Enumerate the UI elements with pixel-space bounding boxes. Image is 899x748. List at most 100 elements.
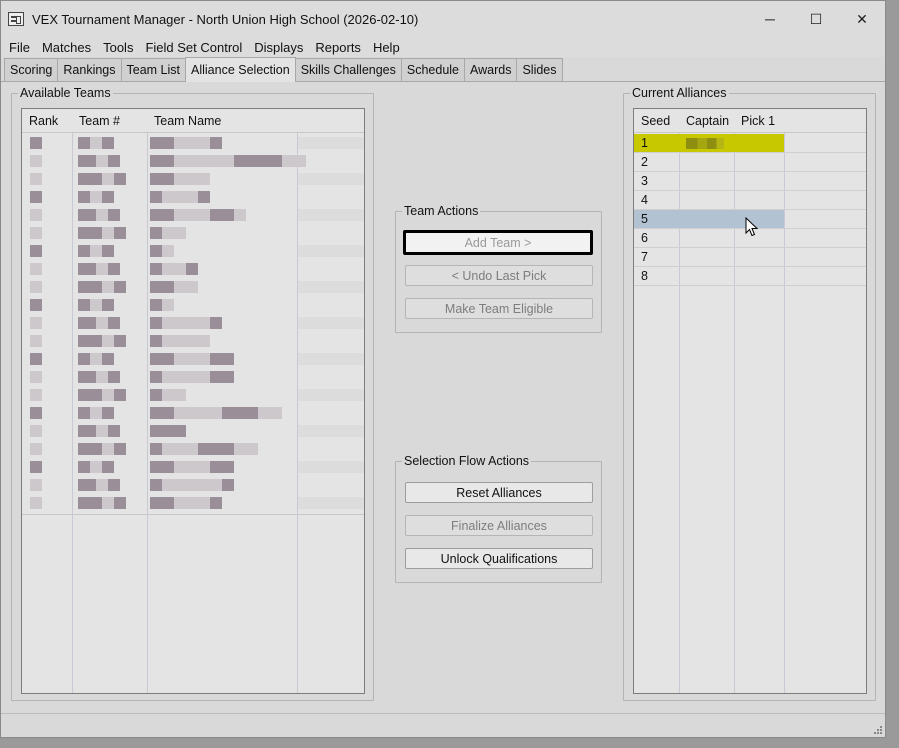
team-actions-title: Team Actions xyxy=(402,204,481,218)
alliance-row[interactable]: 7 xyxy=(634,248,866,267)
tab-slides[interactable]: Slides xyxy=(516,58,563,81)
tab-rankings[interactable]: Rankings xyxy=(57,58,122,81)
app-window: VEX Tournament Manager - North Union Hig… xyxy=(0,0,886,738)
obscured-team-number xyxy=(78,155,120,167)
undo-last-pick-button[interactable]: < Undo Last Pick xyxy=(405,265,593,286)
team-row[interactable] xyxy=(22,134,364,152)
team-row[interactable] xyxy=(22,314,364,332)
obscured-team-number xyxy=(78,137,114,149)
reset-alliances-button[interactable]: Reset Alliances xyxy=(405,482,593,503)
maximize-button[interactable]: ☐ xyxy=(793,1,839,37)
obscured-team-number xyxy=(78,335,126,347)
obscured-team-number xyxy=(78,263,120,275)
team-row[interactable] xyxy=(22,260,364,278)
close-button[interactable]: ✕ xyxy=(839,1,885,37)
obscured-team-number xyxy=(78,281,126,293)
obscured-team-name xyxy=(150,479,234,491)
team-row[interactable] xyxy=(22,332,364,350)
tab-skills-challenges[interactable]: Skills Challenges xyxy=(294,58,402,81)
current-alliances-title: Current Alliances xyxy=(630,86,729,100)
team-row[interactable] xyxy=(22,494,364,512)
obscured-team-number xyxy=(78,407,114,419)
seed-cell: 1 xyxy=(641,136,648,150)
menu-matches[interactable]: Matches xyxy=(36,40,97,55)
team-row[interactable] xyxy=(22,476,364,494)
obscured-extra-cell xyxy=(298,497,364,509)
obscured-team-name xyxy=(150,227,186,239)
rows-end-divider xyxy=(22,514,364,515)
obscured-team-name xyxy=(150,443,258,455)
team-row[interactable] xyxy=(22,224,364,242)
team-row[interactable] xyxy=(22,170,364,188)
team-row[interactable] xyxy=(22,368,364,386)
team-row[interactable] xyxy=(22,404,364,422)
obscured-rank-value xyxy=(30,317,42,329)
team-row[interactable] xyxy=(22,440,364,458)
alliance-row[interactable]: 4 xyxy=(634,191,866,210)
available-teams-grid[interactable]: Rank Team # Team Name xyxy=(21,108,365,694)
obscured-rank-value xyxy=(30,173,42,185)
window-controls: ─ ☐ ✕ xyxy=(747,1,885,37)
tab-team-list[interactable]: Team List xyxy=(120,58,187,81)
title-bar[interactable]: VEX Tournament Manager - North Union Hig… xyxy=(1,1,885,37)
obscured-team-name xyxy=(150,137,222,149)
menu-reports[interactable]: Reports xyxy=(309,40,367,55)
finalize-alliances-button[interactable]: Finalize Alliances xyxy=(405,515,593,536)
obscured-team-name xyxy=(150,425,186,437)
team-row[interactable] xyxy=(22,296,364,314)
tab-awards[interactable]: Awards xyxy=(464,58,518,81)
obscured-rank-value xyxy=(30,155,42,167)
menu-field-set-control[interactable]: Field Set Control xyxy=(139,40,248,55)
app-logo-icon xyxy=(8,12,24,26)
selection-flow-title: Selection Flow Actions xyxy=(402,454,532,468)
team-row[interactable] xyxy=(22,188,364,206)
tab-alliance-selection[interactable]: Alliance Selection xyxy=(185,57,296,82)
menu-bar: File Matches Tools Field Set Control Dis… xyxy=(1,37,885,57)
column-header-captain[interactable]: Captain xyxy=(679,109,729,133)
team-row[interactable] xyxy=(22,386,364,404)
minimize-button[interactable]: ─ xyxy=(747,1,793,37)
alliance-row[interactable]: 3 xyxy=(634,172,866,191)
team-row[interactable] xyxy=(22,152,364,170)
alliance-row[interactable]: 8 xyxy=(634,267,866,286)
obscured-team-number xyxy=(78,389,126,401)
seed-cell: 4 xyxy=(641,193,648,207)
obscured-team-name xyxy=(150,353,234,365)
column-header-rank[interactable]: Rank xyxy=(22,109,58,133)
status-bar xyxy=(1,713,885,737)
resize-grip-icon[interactable] xyxy=(873,725,883,735)
obscured-extra-cell xyxy=(298,353,364,365)
menu-help[interactable]: Help xyxy=(367,40,406,55)
tab-scoring[interactable]: Scoring xyxy=(4,58,59,81)
menu-tools[interactable]: Tools xyxy=(97,40,139,55)
obscured-rank-value xyxy=(30,443,42,455)
menu-file[interactable]: File xyxy=(3,40,36,55)
add-team-button[interactable]: Add Team > xyxy=(403,230,593,255)
team-row[interactable] xyxy=(22,206,364,224)
obscured-rank-value xyxy=(30,389,42,401)
column-header-team-number[interactable]: Team # xyxy=(72,109,120,133)
obscured-extra-cell xyxy=(298,245,364,257)
column-header-pick-1[interactable]: Pick 1 xyxy=(734,109,775,133)
alliance-row[interactable]: 1 xyxy=(634,134,866,153)
team-row[interactable] xyxy=(22,458,364,476)
column-header-seed[interactable]: Seed xyxy=(634,109,670,133)
unlock-qualifications-button[interactable]: Unlock Qualifications xyxy=(405,548,593,569)
obscured-team-number xyxy=(78,425,120,437)
mouse-cursor-icon xyxy=(745,217,759,237)
obscured-extra-cell xyxy=(298,281,364,293)
obscured-team-name xyxy=(150,407,282,419)
team-row[interactable] xyxy=(22,278,364,296)
alliance-row[interactable]: 2 xyxy=(634,153,866,172)
tab-schedule[interactable]: Schedule xyxy=(400,58,465,81)
team-row[interactable] xyxy=(22,350,364,368)
make-team-eligible-button[interactable]: Make Team Eligible xyxy=(405,298,593,319)
menu-displays[interactable]: Displays xyxy=(248,40,309,55)
obscured-team-name xyxy=(150,281,198,293)
current-alliances-grid[interactable]: Seed Captain Pick 1 1 2 3 4 5 6 7 8 xyxy=(633,108,867,694)
team-row[interactable] xyxy=(22,242,364,260)
team-row[interactable] xyxy=(22,422,364,440)
column-header-team-name[interactable]: Team Name xyxy=(147,109,221,133)
obscured-team-name xyxy=(150,317,222,329)
tab-bar: Scoring Rankings Team List Alliance Sele… xyxy=(1,57,885,82)
